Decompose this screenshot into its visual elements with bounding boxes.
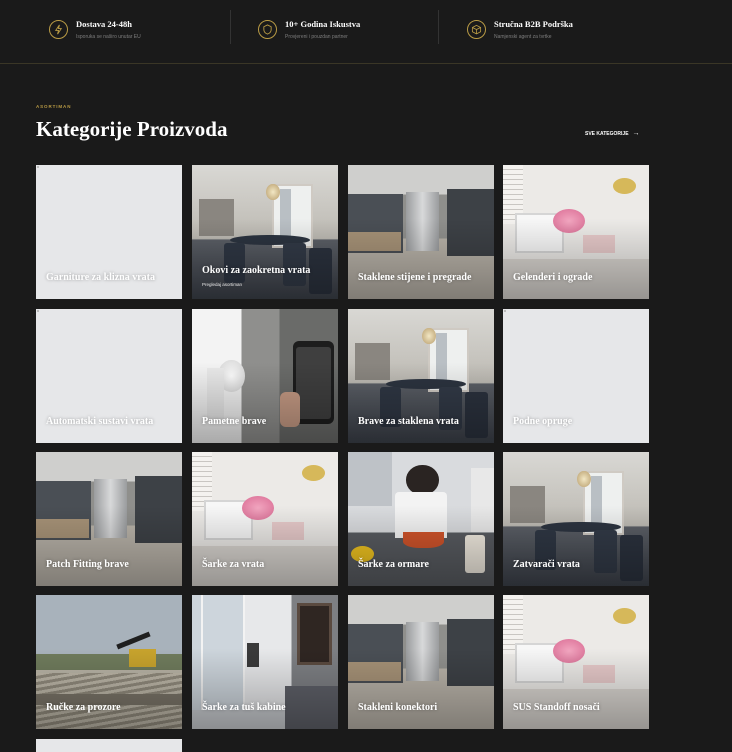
section-eyebrow: ASORTIMAN xyxy=(36,104,72,109)
category-label: Patch Fitting brave xyxy=(46,559,129,570)
category-label: Brave za staklena vrata xyxy=(358,416,459,427)
category-label: Pametne brave xyxy=(202,416,267,427)
feature-title: Dostava 24-48h xyxy=(76,18,132,29)
image-placeholder-icon xyxy=(37,310,39,312)
category-card[interactable]: Podne opruge xyxy=(503,309,649,443)
category-card[interactable]: Staklene stijene i pregrade xyxy=(348,165,494,299)
category-label: Staklene stijene i pregrade xyxy=(358,272,472,283)
category-label: Ručke za prozore xyxy=(46,702,121,713)
category-card[interactable]: Gelenderi i ograde xyxy=(503,165,649,299)
category-card[interactable]: Šarke za vrata xyxy=(192,452,338,586)
category-card[interactable]: Okovi za zaokretna vrata Pregledaj asorti… xyxy=(192,165,338,299)
category-card[interactable]: Šarke za ormare xyxy=(348,452,494,586)
page-title: Kategorije Proizvoda xyxy=(36,117,228,141)
category-label: Okovi za zaokretna vrata xyxy=(202,265,311,276)
feature-subtitle: Provjereni i pouzdan partner xyxy=(285,33,348,40)
category-card[interactable]: Zatvarači vrata xyxy=(503,452,649,586)
category-card-partial[interactable] xyxy=(36,739,182,752)
category-label: Gelenderi i ograde xyxy=(513,272,593,283)
feature-delivery: Dostava 24-48h Isporuka se naširo unutar… xyxy=(49,12,141,46)
category-label: Stakleni konektori xyxy=(358,702,438,713)
image-placeholder-icon xyxy=(504,310,506,312)
feature-title: 10+ Godina Iskustva xyxy=(285,18,361,29)
category-card[interactable]: Patch Fitting brave xyxy=(36,452,182,586)
category-card[interactable]: Ručke za prozore xyxy=(36,595,182,729)
category-card[interactable]: Brave za staklena vrata xyxy=(348,309,494,443)
divider xyxy=(230,10,231,44)
category-card[interactable]: Stakleni konektori xyxy=(348,595,494,729)
arrow-right-icon: → xyxy=(632,130,640,137)
category-card[interactable]: Šarke za tuš kabine xyxy=(192,595,338,729)
feature-subtitle: Namjenski agent za tvrtke xyxy=(494,33,552,40)
category-card[interactable]: SUS Standoff nosači xyxy=(503,595,649,729)
shield-icon xyxy=(258,19,277,39)
category-label: Šarke za tuš kabine xyxy=(202,702,286,713)
category-label: Podne opruge xyxy=(513,416,573,427)
features-bar: Dostava 24-48h Isporuka se naširo unutar… xyxy=(0,0,732,64)
lightning-icon xyxy=(49,19,68,39)
category-card[interactable]: Garniture za klizna vrata xyxy=(36,165,182,299)
feature-subtitle: Isporuka se naširo unutar EU xyxy=(76,33,141,40)
category-label: Šarke za ormare xyxy=(358,559,429,570)
feature-experience: 10+ Godina Iskustva Provjereni i pouzdan… xyxy=(258,12,360,46)
category-label: Automatski sustavi vrata xyxy=(46,416,154,427)
all-categories-link[interactable]: SVE KATEGORIJE → xyxy=(585,130,640,137)
category-hint: Pregledaj asortiman xyxy=(202,282,243,287)
box-icon xyxy=(467,19,486,39)
feature-title: Stručna B2B Podrška xyxy=(494,18,573,29)
category-label: SUS Standoff nosači xyxy=(513,702,600,713)
all-categories-label: SVE KATEGORIJE xyxy=(585,130,629,137)
feature-support: Stručna B2B Podrška Namjenski agent za t… xyxy=(467,12,573,46)
image-placeholder-icon xyxy=(37,166,39,168)
category-card[interactable]: Automatski sustavi vrata xyxy=(36,309,182,443)
divider xyxy=(438,10,439,44)
category-card[interactable]: Pametne brave xyxy=(192,309,338,443)
category-label: Zatvarači vrata xyxy=(513,559,580,570)
category-label: Šarke za vrata xyxy=(202,559,265,570)
category-label: Garniture za klizna vrata xyxy=(46,272,155,283)
